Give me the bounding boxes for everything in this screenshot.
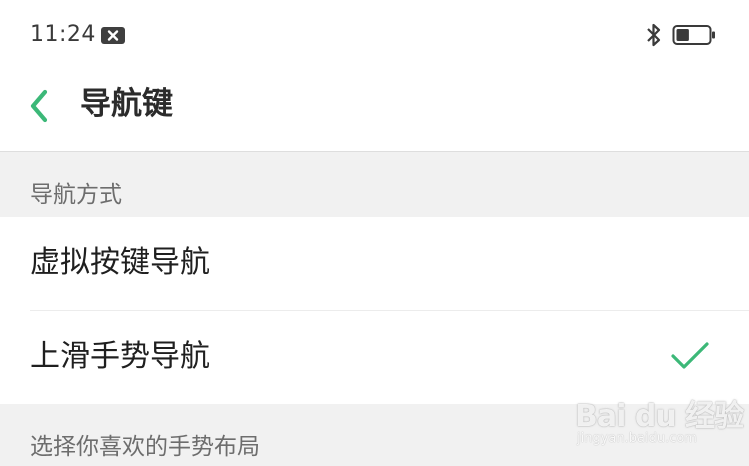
page-title: 导航键 (80, 86, 173, 122)
status-bar: 11:24 (0, 0, 749, 70)
screen: 11:24 导航键 导航方式 虚拟按键导航 上滑手势导航 选择你喜欢的手势布局 … (0, 0, 749, 466)
checkmark-icon (671, 342, 709, 369)
battery-icon (672, 25, 715, 45)
option-swipe-gesture[interactable]: 上滑手势导航 (0, 311, 749, 404)
battery-level-fill (676, 29, 689, 41)
status-time: 11:24 (30, 22, 96, 47)
close-box-icon (101, 27, 125, 44)
nav-mode-options: 虚拟按键导航 上滑手势导航 (0, 217, 749, 404)
back-button[interactable] (18, 76, 64, 136)
bluetooth-icon (647, 23, 661, 47)
option-label: 上滑手势导航 (30, 339, 210, 374)
option-label: 虚拟按键导航 (30, 245, 210, 280)
option-virtual-keys[interactable]: 虚拟按键导航 (0, 217, 749, 311)
chevron-left-icon (30, 89, 48, 123)
section-header-nav-mode: 导航方式 (30, 182, 122, 208)
watermark-url: jingyan.baidu.com (577, 431, 697, 446)
nav-bar: 导航键 (0, 70, 749, 152)
section-header-gesture-layout: 选择你喜欢的手势布局 (30, 434, 260, 460)
